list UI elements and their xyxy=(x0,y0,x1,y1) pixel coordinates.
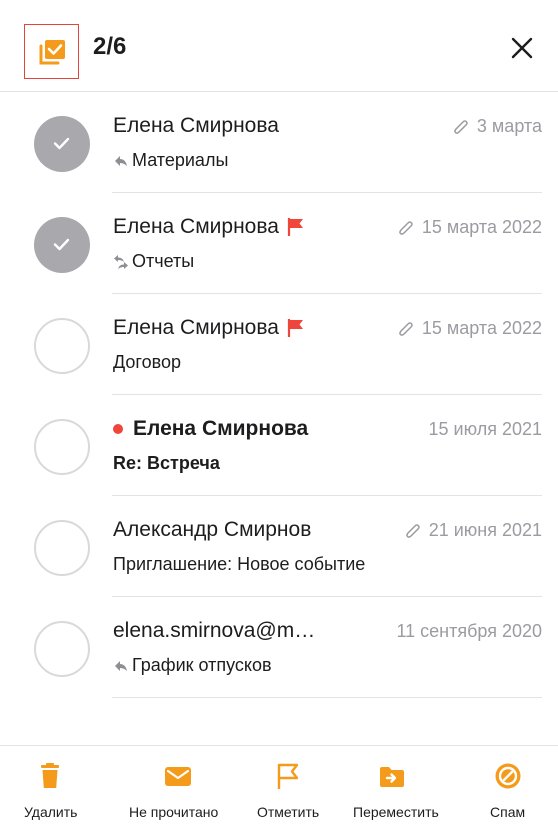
message-date: 15 июля 2021 xyxy=(428,419,542,439)
message-date: 15 марта 2022 xyxy=(421,318,542,338)
move-label: Переместить xyxy=(353,804,439,820)
sender-name: Елена Смирнова xyxy=(113,215,279,238)
select-all-button[interactable] xyxy=(24,24,79,79)
subject-text: График отпусков xyxy=(132,655,272,675)
subject-line: Материалы xyxy=(113,150,228,171)
checkmark-icon xyxy=(53,137,70,150)
close-icon[interactable] xyxy=(510,36,534,60)
move-button[interactable]: Переместить xyxy=(338,746,446,826)
flag-icon xyxy=(287,218,303,236)
sender-name: Елена Смирнова xyxy=(113,114,279,137)
checkmark-icon xyxy=(53,238,70,251)
subject-line: Отчеты xyxy=(113,251,194,272)
move-folder-icon xyxy=(380,767,404,787)
sender-line: Елена Смирнова xyxy=(113,114,279,138)
message-meta: 15 марта 2022 xyxy=(397,318,542,339)
select-checkbox[interactable] xyxy=(34,419,90,475)
message-list: Елена Смирнова 3 марта Материалы Елена Смир… xyxy=(0,92,558,698)
sender-name: Елена Смирнова xyxy=(113,316,279,339)
flag-icon xyxy=(277,763,299,789)
envelope-icon xyxy=(165,767,191,786)
select-checkbox[interactable] xyxy=(34,318,90,374)
subject-line: Re: Встреча xyxy=(113,453,220,474)
delete-label: Удалить xyxy=(24,804,78,820)
message-row[interactable]: elena.smirnova@m… 11 сентября 2020 График … xyxy=(0,597,558,698)
selected-checkbox[interactable] xyxy=(34,116,90,172)
message-meta: 21 июня 2021 xyxy=(404,520,542,541)
sender-name: elena.smirnova@m… xyxy=(113,619,316,642)
sender-line: Елена Смирнова xyxy=(113,417,308,441)
subject-line: Приглашение: Новое событие xyxy=(113,554,365,575)
trash-icon xyxy=(41,763,59,788)
mark-unread-label: Не прочитано xyxy=(129,804,219,820)
spam-icon xyxy=(495,763,521,789)
message-date: 15 марта 2022 xyxy=(421,217,542,237)
subject-line: График отпусков xyxy=(113,655,272,676)
bottom-toolbar: Удалить Не прочитано Отметить Переместит… xyxy=(0,745,558,826)
select-checkbox[interactable] xyxy=(34,520,90,576)
sender-line: elena.smirnova@m… xyxy=(113,619,315,643)
subject-text: Материалы xyxy=(132,150,229,170)
flag-icon xyxy=(287,319,303,337)
selection-count: 2/6 xyxy=(93,33,127,60)
flag-button[interactable]: Отметить xyxy=(246,746,330,826)
sender-name: Александр Смирнов xyxy=(113,518,312,541)
message-meta: 11 сентября 2020 xyxy=(396,621,542,642)
selected-checkbox[interactable] xyxy=(34,217,90,273)
reply-icon xyxy=(115,660,127,671)
spam-button[interactable]: Спам xyxy=(476,746,540,826)
message-meta: 3 марта xyxy=(452,116,542,137)
attachment-icon xyxy=(399,221,413,235)
spam-label: Спам xyxy=(490,804,526,820)
subject-text: Re: Встреча xyxy=(113,453,220,473)
selection-header: 2/6 xyxy=(0,0,558,92)
message-meta: 15 марта 2022 xyxy=(397,217,542,238)
subject-text: Договор xyxy=(113,352,181,372)
flag-label: Отметить xyxy=(257,804,320,820)
subject-text: Приглашение: Новое событие xyxy=(113,554,366,574)
select-checkbox[interactable] xyxy=(34,621,90,677)
sender-line: Елена Смирнова xyxy=(113,316,305,340)
message-date: 21 июня 2021 xyxy=(428,520,542,540)
subject-line: Договор xyxy=(113,352,181,373)
message-row[interactable]: Елена Смирнова 15 июля 2021 Re: Встреча xyxy=(0,395,558,496)
mark-unread-button[interactable]: Не прочитано xyxy=(118,746,238,826)
reply-forward-icon xyxy=(114,254,128,269)
unread-dot-icon xyxy=(113,424,123,434)
message-date: 11 сентября 2020 xyxy=(396,621,542,641)
message-meta: 15 июля 2021 xyxy=(429,419,542,440)
reply-icon xyxy=(115,155,127,166)
attachment-icon xyxy=(399,322,413,336)
subject-text: Отчеты xyxy=(132,251,195,271)
message-row[interactable]: Александр Смирнов 21 июня 2021 Приглашение… xyxy=(0,496,558,597)
message-row[interactable]: Елена Смирнова 15 марта 2022 Договор xyxy=(0,294,558,395)
attachment-icon xyxy=(454,120,468,134)
message-date: 3 марта xyxy=(476,116,542,136)
multi-select-icon xyxy=(39,39,65,64)
sender-line: Александр Смирнов xyxy=(113,518,311,542)
attachment-icon xyxy=(405,524,420,538)
sender-name: Елена Смирнова xyxy=(133,417,309,440)
sender-line: Елена Смирнова xyxy=(113,215,305,239)
message-row[interactable]: Елена Смирнова 15 марта 2022 Отчеты xyxy=(0,193,558,294)
message-row[interactable]: Елена Смирнова 3 марта Материалы xyxy=(0,92,558,193)
delete-button[interactable]: Удалить xyxy=(14,746,86,826)
